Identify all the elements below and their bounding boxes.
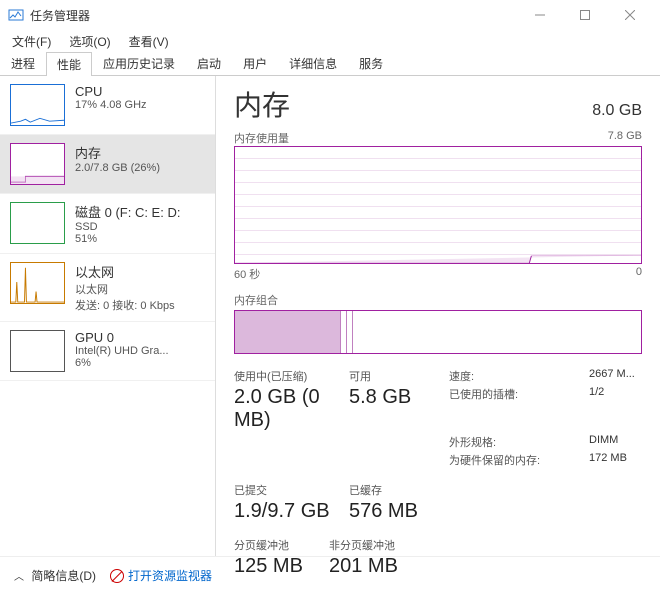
cached-label: 已缓存 (349, 482, 469, 498)
slots-label: 已使用的插槽: (449, 386, 589, 432)
sidebar-net-title: 以太网 (75, 262, 175, 281)
minimize-button[interactable] (517, 0, 562, 30)
sidebar-gpu-title: GPU 0 (75, 330, 169, 345)
usage-chart-max: 7.8 GB (608, 130, 642, 146)
detail-total: 8.0 GB (592, 102, 642, 120)
open-resource-monitor-link[interactable]: 打开资源监视器 (110, 567, 212, 584)
window-controls (517, 0, 652, 30)
tab-users[interactable]: 用户 (232, 51, 278, 75)
menu-options[interactable]: 选项(O) (61, 31, 118, 52)
open-resmon-label: 打开资源监视器 (128, 567, 212, 584)
chart-line (235, 233, 641, 263)
usage-chart-label: 内存使用量 (234, 130, 289, 146)
sidebar-net-sub1: 以太网 (75, 281, 175, 297)
reserved-label: 为硬件保留的内存: (449, 452, 589, 468)
speed-value: 2667 M... (589, 368, 642, 384)
menu-view[interactable]: 查看(V) (121, 31, 177, 52)
disk-thumbnail (10, 202, 65, 244)
slots-value: 1/2 (589, 386, 642, 432)
close-button[interactable] (607, 0, 652, 30)
chevron-up-icon: ︿ (14, 572, 24, 583)
avail-value: 5.8 GB (349, 386, 449, 432)
main-area: CPU 17% 4.08 GHz 内存 2.0/7.8 GB (26%) 磁盘 … (0, 76, 660, 556)
inuse-value: 2.0 GB (0 MB) (234, 386, 349, 432)
performance-sidebar: CPU 17% 4.08 GHz 内存 2.0/7.8 GB (26%) 磁盘 … (0, 76, 216, 556)
stats-row2: 已提交 已缓存 1.9/9.7 GB 576 MB (234, 482, 642, 523)
sidebar-gpu-sub2: 6% (75, 357, 169, 369)
ethernet-thumbnail (10, 262, 65, 304)
cpu-thumbnail (10, 84, 65, 126)
sidebar-disk-title: 磁盘 0 (F: C: E: D: (75, 202, 180, 221)
inuse-label: 使用中(已压缩) (234, 368, 349, 384)
commit-value: 1.9/9.7 GB (234, 500, 349, 523)
sidebar-disk-sub1: SSD (75, 221, 180, 233)
sidebar-item-ethernet[interactable]: 以太网 以太网 发送: 0 接收: 0 Kbps (0, 254, 215, 322)
menu-file[interactable]: 文件(F) (4, 31, 59, 52)
title-bar: 任务管理器 (0, 0, 660, 30)
sidebar-disk-sub2: 51% (75, 233, 180, 245)
memory-usage-chart[interactable] (234, 146, 642, 264)
sidebar-item-cpu[interactable]: CPU 17% 4.08 GHz (0, 76, 215, 135)
sidebar-item-memory[interactable]: 内存 2.0/7.8 GB (26%) (0, 135, 215, 194)
cached-value: 576 MB (349, 500, 469, 523)
fewer-details-button[interactable]: ︿ 简略信息(D) (14, 567, 96, 584)
memory-thumbnail (10, 143, 65, 185)
chart-axis-left: 60 秒 (234, 266, 260, 282)
app-icon (8, 7, 24, 23)
stats-grid: 使用中(已压缩) 可用 速度: 2667 M... 2.0 GB (0 MB) … (234, 368, 642, 468)
sidebar-gpu-sub1: Intel(R) UHD Gra... (75, 345, 169, 357)
menu-bar: 文件(F) 选项(O) 查看(V) (0, 30, 660, 52)
prohibited-icon (110, 569, 124, 583)
reserved-value: 172 MB (589, 452, 642, 468)
paged-value: 125 MB (234, 555, 329, 578)
tab-services[interactable]: 服务 (348, 51, 394, 75)
commit-label: 已提交 (234, 482, 349, 498)
tab-bar: 进程 性能 应用历史记录 启动 用户 详细信息 服务 (0, 52, 660, 76)
window-title: 任务管理器 (30, 7, 517, 24)
gpu-thumbnail (10, 330, 65, 372)
tab-startup[interactable]: 启动 (186, 51, 232, 75)
nonpaged-value: 201 MB (329, 555, 449, 578)
sidebar-memory-title: 内存 (75, 143, 160, 162)
paged-label: 分页缓冲池 (234, 537, 329, 553)
stats-row3: 分页缓冲池 非分页缓冲池 125 MB 201 MB (234, 537, 642, 578)
tab-performance[interactable]: 性能 (46, 52, 92, 76)
fewer-details-label: 简略信息(D) (31, 569, 96, 583)
tab-history[interactable]: 应用历史记录 (92, 51, 186, 75)
detail-title: 内存 (234, 84, 290, 124)
sidebar-item-disk[interactable]: 磁盘 0 (F: C: E: D: SSD 51% (0, 194, 215, 254)
maximize-button[interactable] (562, 0, 607, 30)
speed-label: 速度: (449, 368, 589, 384)
detail-pane: 内存 8.0 GB 内存使用量 7.8 GB 60 秒 0 内存组合 使用中(已… (216, 76, 660, 556)
sidebar-memory-sub: 2.0/7.8 GB (26%) (75, 162, 160, 174)
memory-composition-chart[interactable] (234, 310, 642, 354)
composition-label: 内存组合 (234, 292, 642, 308)
sidebar-item-gpu[interactable]: GPU 0 Intel(R) UHD Gra... 6% (0, 322, 215, 381)
comp-inuse (235, 311, 341, 353)
form-label: 外形规格: (449, 434, 589, 450)
sidebar-net-sub2: 发送: 0 接收: 0 Kbps (75, 297, 175, 313)
chart-axis-right: 0 (636, 266, 642, 282)
sidebar-cpu-title: CPU (75, 84, 147, 99)
tab-details[interactable]: 详细信息 (278, 51, 348, 75)
sidebar-cpu-sub: 17% 4.08 GHz (75, 99, 147, 111)
tab-processes[interactable]: 进程 (0, 51, 46, 75)
comp-free (353, 311, 641, 353)
form-value: DIMM (589, 434, 642, 450)
avail-label: 可用 (349, 368, 449, 384)
nonpaged-label: 非分页缓冲池 (329, 537, 449, 553)
